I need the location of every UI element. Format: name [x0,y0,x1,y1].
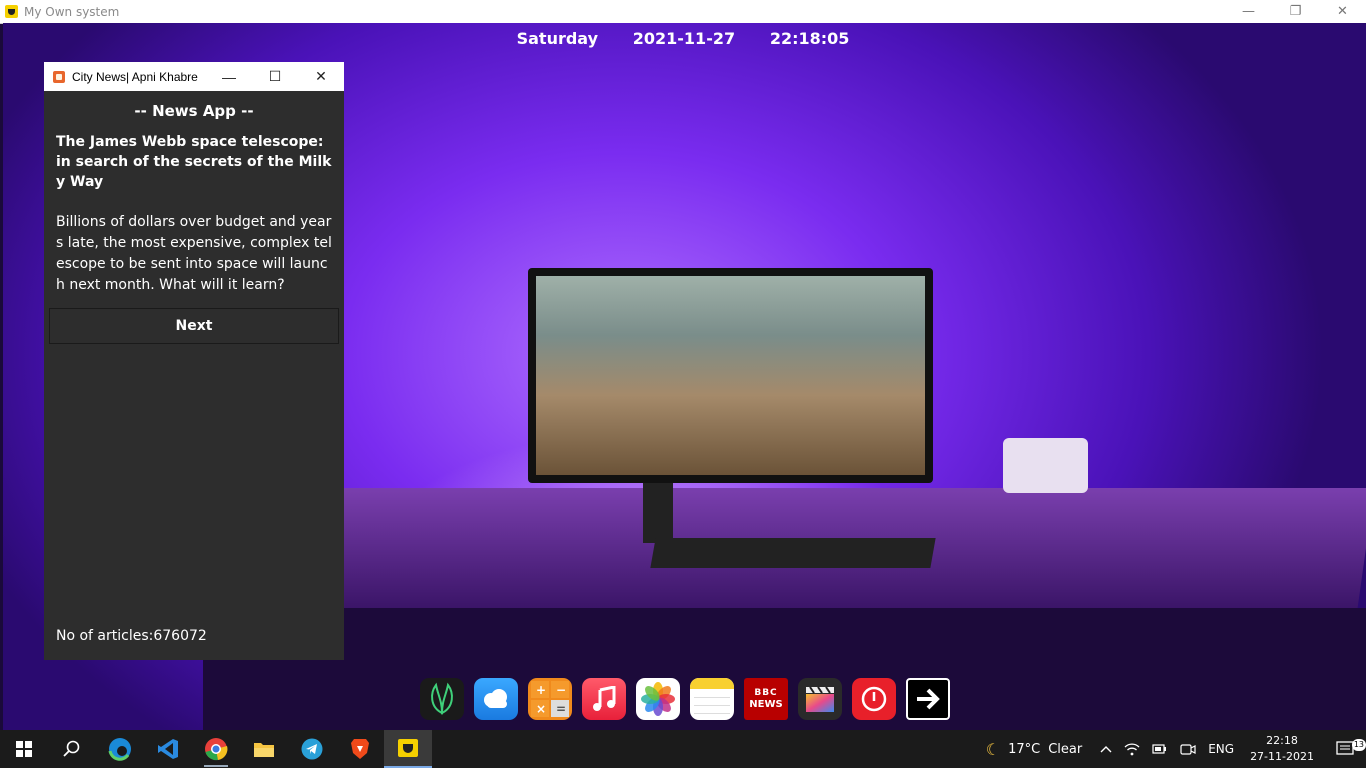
svg-text:×: × [536,702,546,716]
news-maximize-button[interactable]: ☐ [252,62,298,91]
wallpaper-speaker [1003,438,1088,493]
system-tray: ☾ 17°C Clear ENG 22:18 27-11-2021 13 [980,730,1366,768]
start-icon[interactable] [0,730,48,768]
outer-close-button[interactable]: ✕ [1319,0,1366,23]
moon-icon: ☾ [985,739,1001,759]
taskbar: ☾ 17°C Clear ENG 22:18 27-11-2021 13 [0,730,1366,768]
wallpaper-monitor [528,268,933,483]
time-label: 22:18:05 [769,29,850,48]
news-headline: The James Webb space telescope: in searc… [56,134,332,190]
wallpaper-monitor-stand [643,483,673,543]
date-label: 2021-11-27 [632,29,736,48]
brave-icon[interactable] [336,730,384,768]
app-dock: + − × = BBC NEWS [420,678,950,720]
news-label: NEWS [749,699,783,710]
clock-time: 22:18 [1266,734,1298,747]
news-close-button[interactable]: ✕ [298,62,344,91]
bbc-label: BBC [754,688,778,698]
notes-icon[interactable] [690,678,734,720]
chrome-icon[interactable] [192,730,240,768]
weather-temp: 17°C [1008,741,1041,757]
outer-minimize-button[interactable]: — [1225,0,1272,23]
next-button[interactable]: Next [49,308,339,344]
photos-icon[interactable] [636,678,680,720]
news-window-title: City News| Apni Khabre [72,69,198,84]
day-label: Saturday [516,29,599,48]
calculator-icon[interactable]: + − × = [528,678,572,720]
news-app-icon [53,70,65,83]
svg-text:=: = [556,702,566,716]
app-taskbar-icon[interactable] [384,730,432,768]
weather-icon[interactable] [474,678,518,720]
weather-widget[interactable]: ☾ 17°C Clear [980,740,1088,759]
music-icon[interactable] [582,678,626,720]
search-icon[interactable] [48,730,96,768]
outer-window-titlebar: My Own system — ❐ ✕ [0,0,1366,24]
news-app-heading: -- News App -- [134,102,254,120]
language-indicator[interactable]: ENG [1202,742,1240,756]
article-count: No of articles:676072 [56,628,207,644]
notification-count: 13 [1351,739,1366,751]
arrow-right-icon[interactable] [906,678,950,720]
weather-condition: Clear [1048,741,1083,757]
wifi-icon[interactable] [1118,742,1146,756]
bbc-news-icon[interactable]: BBC NEWS [744,678,788,720]
news-minimize-button[interactable]: — [206,62,252,91]
wallpaper-keyboard [650,538,936,568]
datetime-banner: Saturday 2021-11-27 22:18:05 [0,29,1366,48]
svg-text:+: + [536,683,546,697]
outer-window-title: My Own system [24,4,120,19]
vscode-icon[interactable] [144,730,192,768]
notification-button[interactable]: 13 [1324,739,1366,757]
news-body: Billions of dollars over budget and year… [56,214,332,293]
chevron-up-icon[interactable] [1094,745,1118,753]
file-explorer-icon[interactable] [240,730,288,768]
clapper-icon[interactable] [798,678,842,720]
meet-now-icon[interactable] [1174,742,1202,756]
leaf-app-icon[interactable] [420,678,464,720]
battery-icon[interactable] [1146,742,1174,756]
outer-restore-button[interactable]: ❐ [1272,0,1319,23]
svg-text:−: − [556,683,566,697]
news-app-window: City News| Apni Khabre — ☐ ✕ -- News App… [44,62,344,660]
power-icon[interactable] [852,678,896,720]
telegram-icon[interactable] [288,730,336,768]
clock[interactable]: 22:18 27-11-2021 [1240,733,1324,765]
clock-date: 27-11-2021 [1250,750,1314,763]
app-icon [5,5,18,18]
edge-icon[interactable] [96,730,144,768]
news-window-titlebar[interactable]: City News| Apni Khabre — ☐ ✕ [44,62,344,91]
